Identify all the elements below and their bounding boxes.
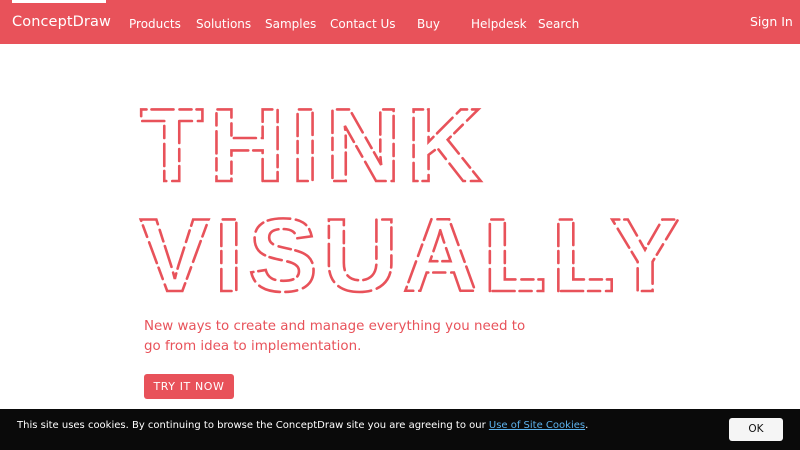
cookie-notice-text: This site uses cookies. By continuing to… [17,420,486,431]
cookie-policy-link[interactable]: Use of Site Cookies [489,420,585,431]
headline-line-1: THINK [140,88,488,204]
nav-item-search[interactable]: Search [538,17,579,31]
cookie-notice-period: . [585,420,589,431]
top-navbar: ConceptDraw Products Solutions Samples C… [0,0,800,44]
hero-section: THINK VISUALLY New ways to create and ma… [0,44,800,410]
hero-subtitle: New ways to create and manage everything… [144,319,526,354]
try-it-now-button[interactable]: TRY IT NOW [144,374,234,399]
nav-item-samples[interactable]: Samples [265,17,316,31]
nav-item-buy[interactable]: Buy [417,17,440,31]
nav-item-solutions[interactable]: Solutions [196,17,251,31]
cookie-notice: This site uses cookies. By continuing to… [17,420,588,431]
nav-item-products[interactable]: Products [129,17,181,31]
cookie-ok-button[interactable]: OK [729,418,783,441]
nav-item-helpdesk[interactable]: Helpdesk [471,17,527,31]
logo-accent-bar [12,0,106,3]
nav-item-contact-us[interactable]: Contact Us [330,17,396,31]
cookie-banner: This site uses cookies. By continuing to… [0,409,800,450]
brand-logo[interactable]: ConceptDraw [12,14,111,30]
headline-line-2: VISUALLY [140,198,685,304]
sign-in-link[interactable]: Sign In [750,14,793,29]
hero-headline: THINK VISUALLY [139,87,685,304]
